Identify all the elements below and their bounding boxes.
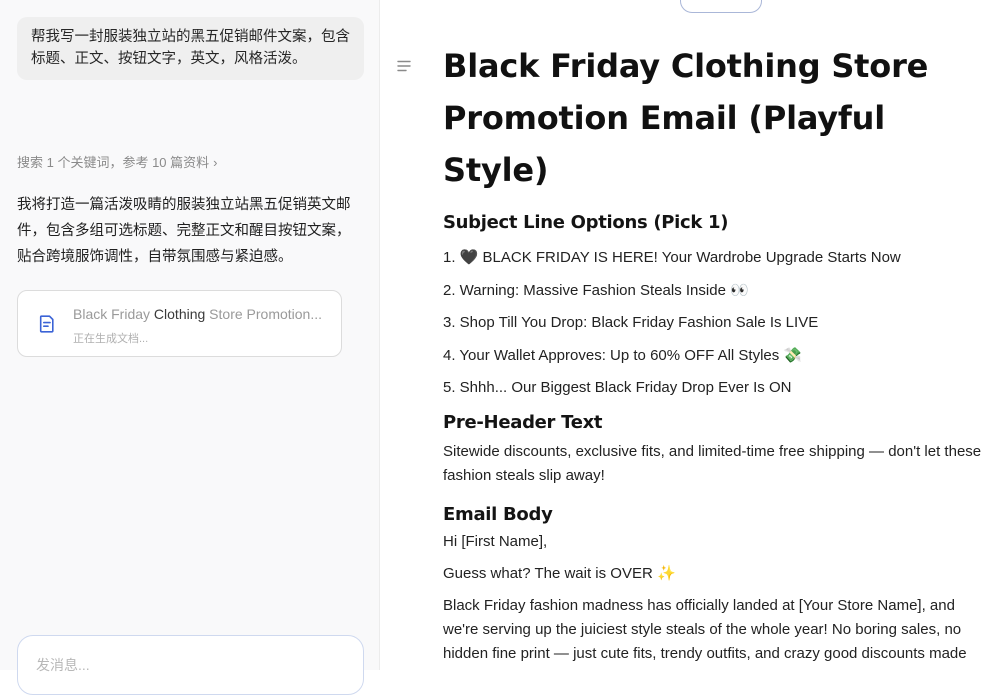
document-card-title-suffix: Store Promotion... xyxy=(205,306,323,322)
subject-line-item: 5. Shhh... Our Biggest Black Friday Drop… xyxy=(443,379,792,396)
preheader-section: Pre-Header Text Sitewide discounts, excl… xyxy=(443,412,988,488)
email-intro-line: Guess what? The wait is OVER ✨ xyxy=(443,564,676,582)
document-title: Black Friday Clothing Store Promotion Em… xyxy=(443,47,929,189)
subject-section: Subject Line Options (Pick 1) 1. 🖤 BLACK… xyxy=(443,212,988,405)
document-content: Black Friday Clothing Store Promotion Em… xyxy=(443,40,988,670)
outline-menu-icon[interactable] xyxy=(397,60,411,72)
document-card-title-highlight: Clothing xyxy=(153,306,206,322)
search-sources-link[interactable]: 搜索 1 个关键词，参考 10 篇资料 › xyxy=(17,152,217,171)
email-body-paragraph: Black Friday fashion madness has officia… xyxy=(443,596,967,671)
chat-panel: 帮我写一封服装独立站的黑五促销邮件文案，包含标题、正文、按钮文字，英文，风格活泼… xyxy=(0,0,380,695)
top-toolbar-pill[interactable] xyxy=(680,0,762,13)
email-greeting: Hi [First Name], xyxy=(443,532,548,550)
chevron-right-icon: › xyxy=(213,155,218,170)
document-card-title-prefix: Black Friday xyxy=(73,306,154,322)
subject-line-item: 3. Shop Till You Drop: Black Friday Fash… xyxy=(443,314,819,331)
subject-line-item: 1. 🖤 BLACK FRIDAY IS HERE! Your Wardrobe… xyxy=(443,249,901,266)
generated-document-card[interactable]: Black Friday Clothing Store Promotion...… xyxy=(17,290,342,357)
assistant-reply: 我将打造一篇活泼吸睛的服装独立站黑五促销英文邮件，包含多组可选标题、完整正文和醒… xyxy=(17,197,351,265)
subject-list: 1. 🖤 BLACK FRIDAY IS HERE! Your Wardrobe… xyxy=(443,242,988,405)
email-body-section: Email Body Hi [First Name], Guess what? … xyxy=(443,504,988,671)
preheader-heading: Pre-Header Text xyxy=(443,411,603,433)
email-body-heading: Email Body xyxy=(443,503,553,525)
preheader-text: Sitewide discounts, exclusive fits, and … xyxy=(443,442,982,484)
document-edit-icon xyxy=(39,315,54,333)
document-panel: Black Friday Clothing Store Promotion Em… xyxy=(381,0,1000,670)
search-sources-label: 搜索 1 个关键词，参考 10 篇资料 xyxy=(17,155,210,170)
document-card-title: Black Friday Clothing Store Promotion... xyxy=(73,306,331,322)
subject-heading: Subject Line Options (Pick 1) xyxy=(443,212,729,233)
document-generating-status: 正在生成文档... xyxy=(73,333,149,345)
message-input[interactable] xyxy=(17,635,364,695)
subject-line-item: 4. Your Wallet Approves: Up to 60% OFF A… xyxy=(443,346,803,364)
subject-line-item: 2. Warning: Massive Fashion Steals Insid… xyxy=(443,281,749,299)
user-message-bubble: 帮我写一封服装独立站的黑五促销邮件文案，包含标题、正文、按钮文字，英文，风格活泼… xyxy=(17,17,364,80)
